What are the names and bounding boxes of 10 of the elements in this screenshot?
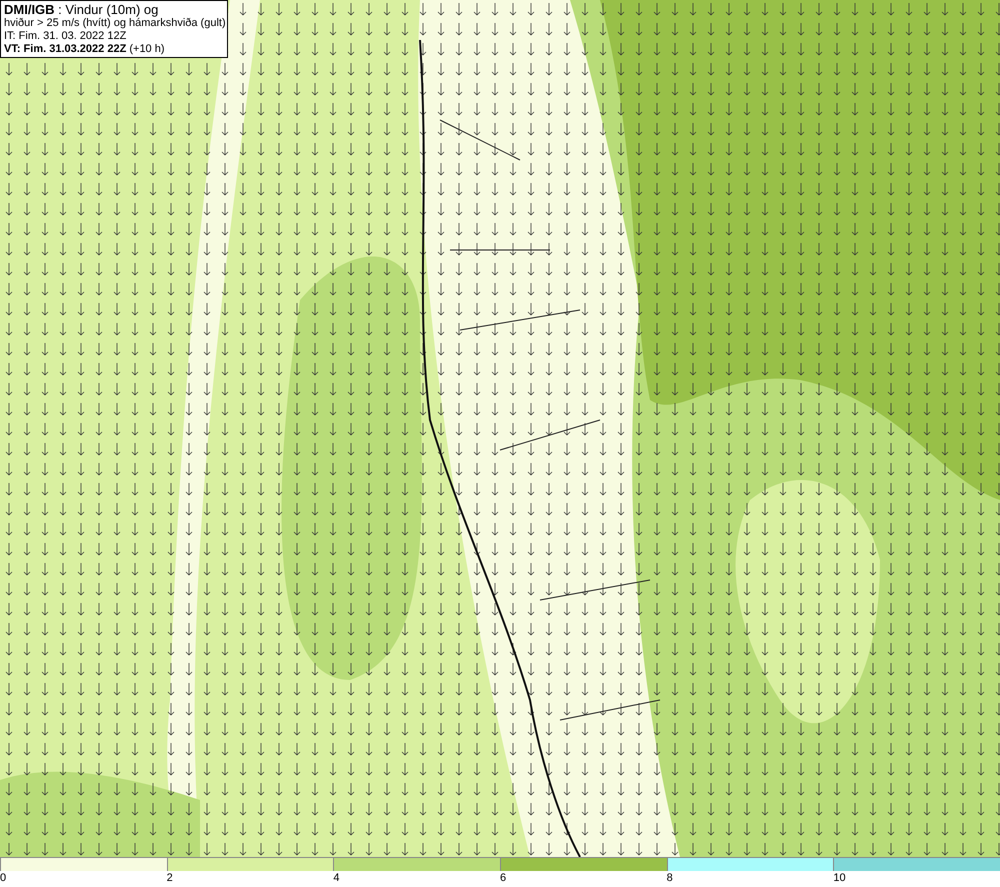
legend-tick-label: 6 — [500, 871, 506, 885]
legend-tick-label: 8 — [666, 871, 673, 885]
legend-tick-label: 4 — [333, 871, 340, 885]
title-line: DMI/IGB : Vindur (10m) og — [4, 2, 160, 17]
title-line: hviður > 25 m/s (hvítt) og hámarkshviða (gult) — [4, 17, 224, 30]
legend-tick-label: 0 — [0, 871, 6, 885]
legend-tick-label: 10 — [833, 871, 846, 885]
title-line: IT: Fim. 31. 03. 2022 12Z — [4, 30, 128, 43]
title-line: VT: Fim. 31.03.2022 22Z (+10 h) — [4, 43, 166, 56]
legend-tick-label: 2 — [166, 871, 173, 885]
